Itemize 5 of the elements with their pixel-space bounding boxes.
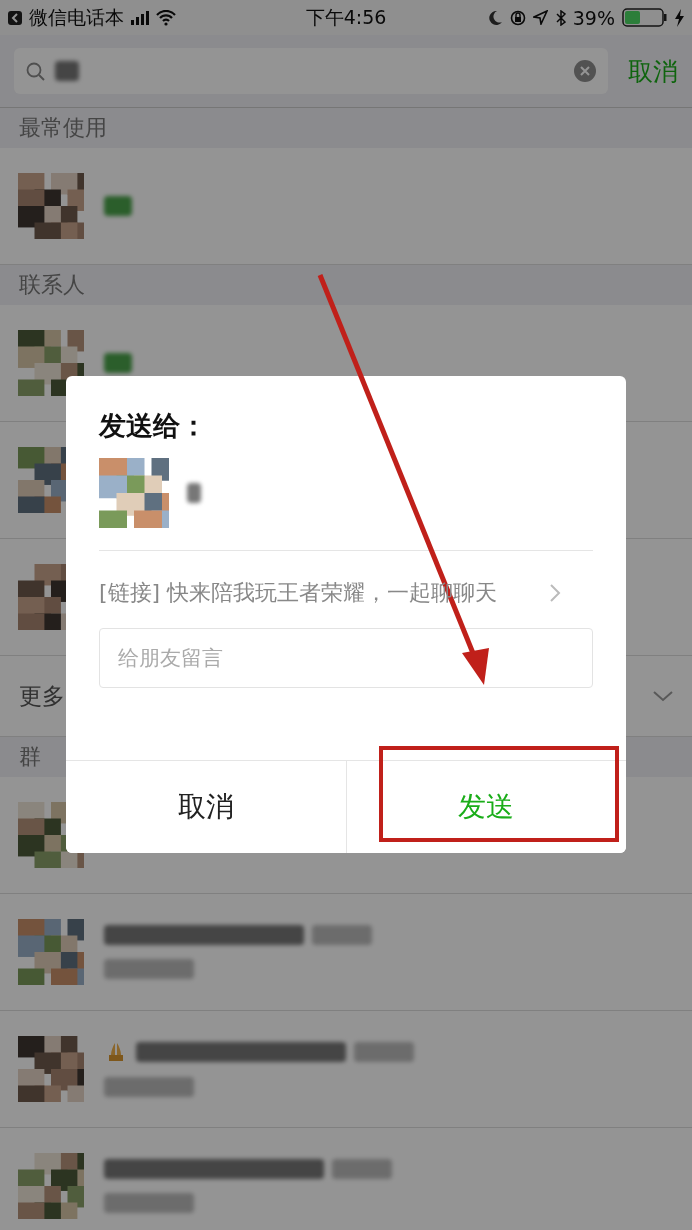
battery-percent: 39%: [572, 6, 615, 29]
section-header: 最常使用: [0, 108, 692, 148]
clock-time: 下午4:56: [305, 4, 387, 30]
dialog-title: 发送给：: [99, 409, 208, 443]
section-header: 联系人: [0, 265, 692, 305]
